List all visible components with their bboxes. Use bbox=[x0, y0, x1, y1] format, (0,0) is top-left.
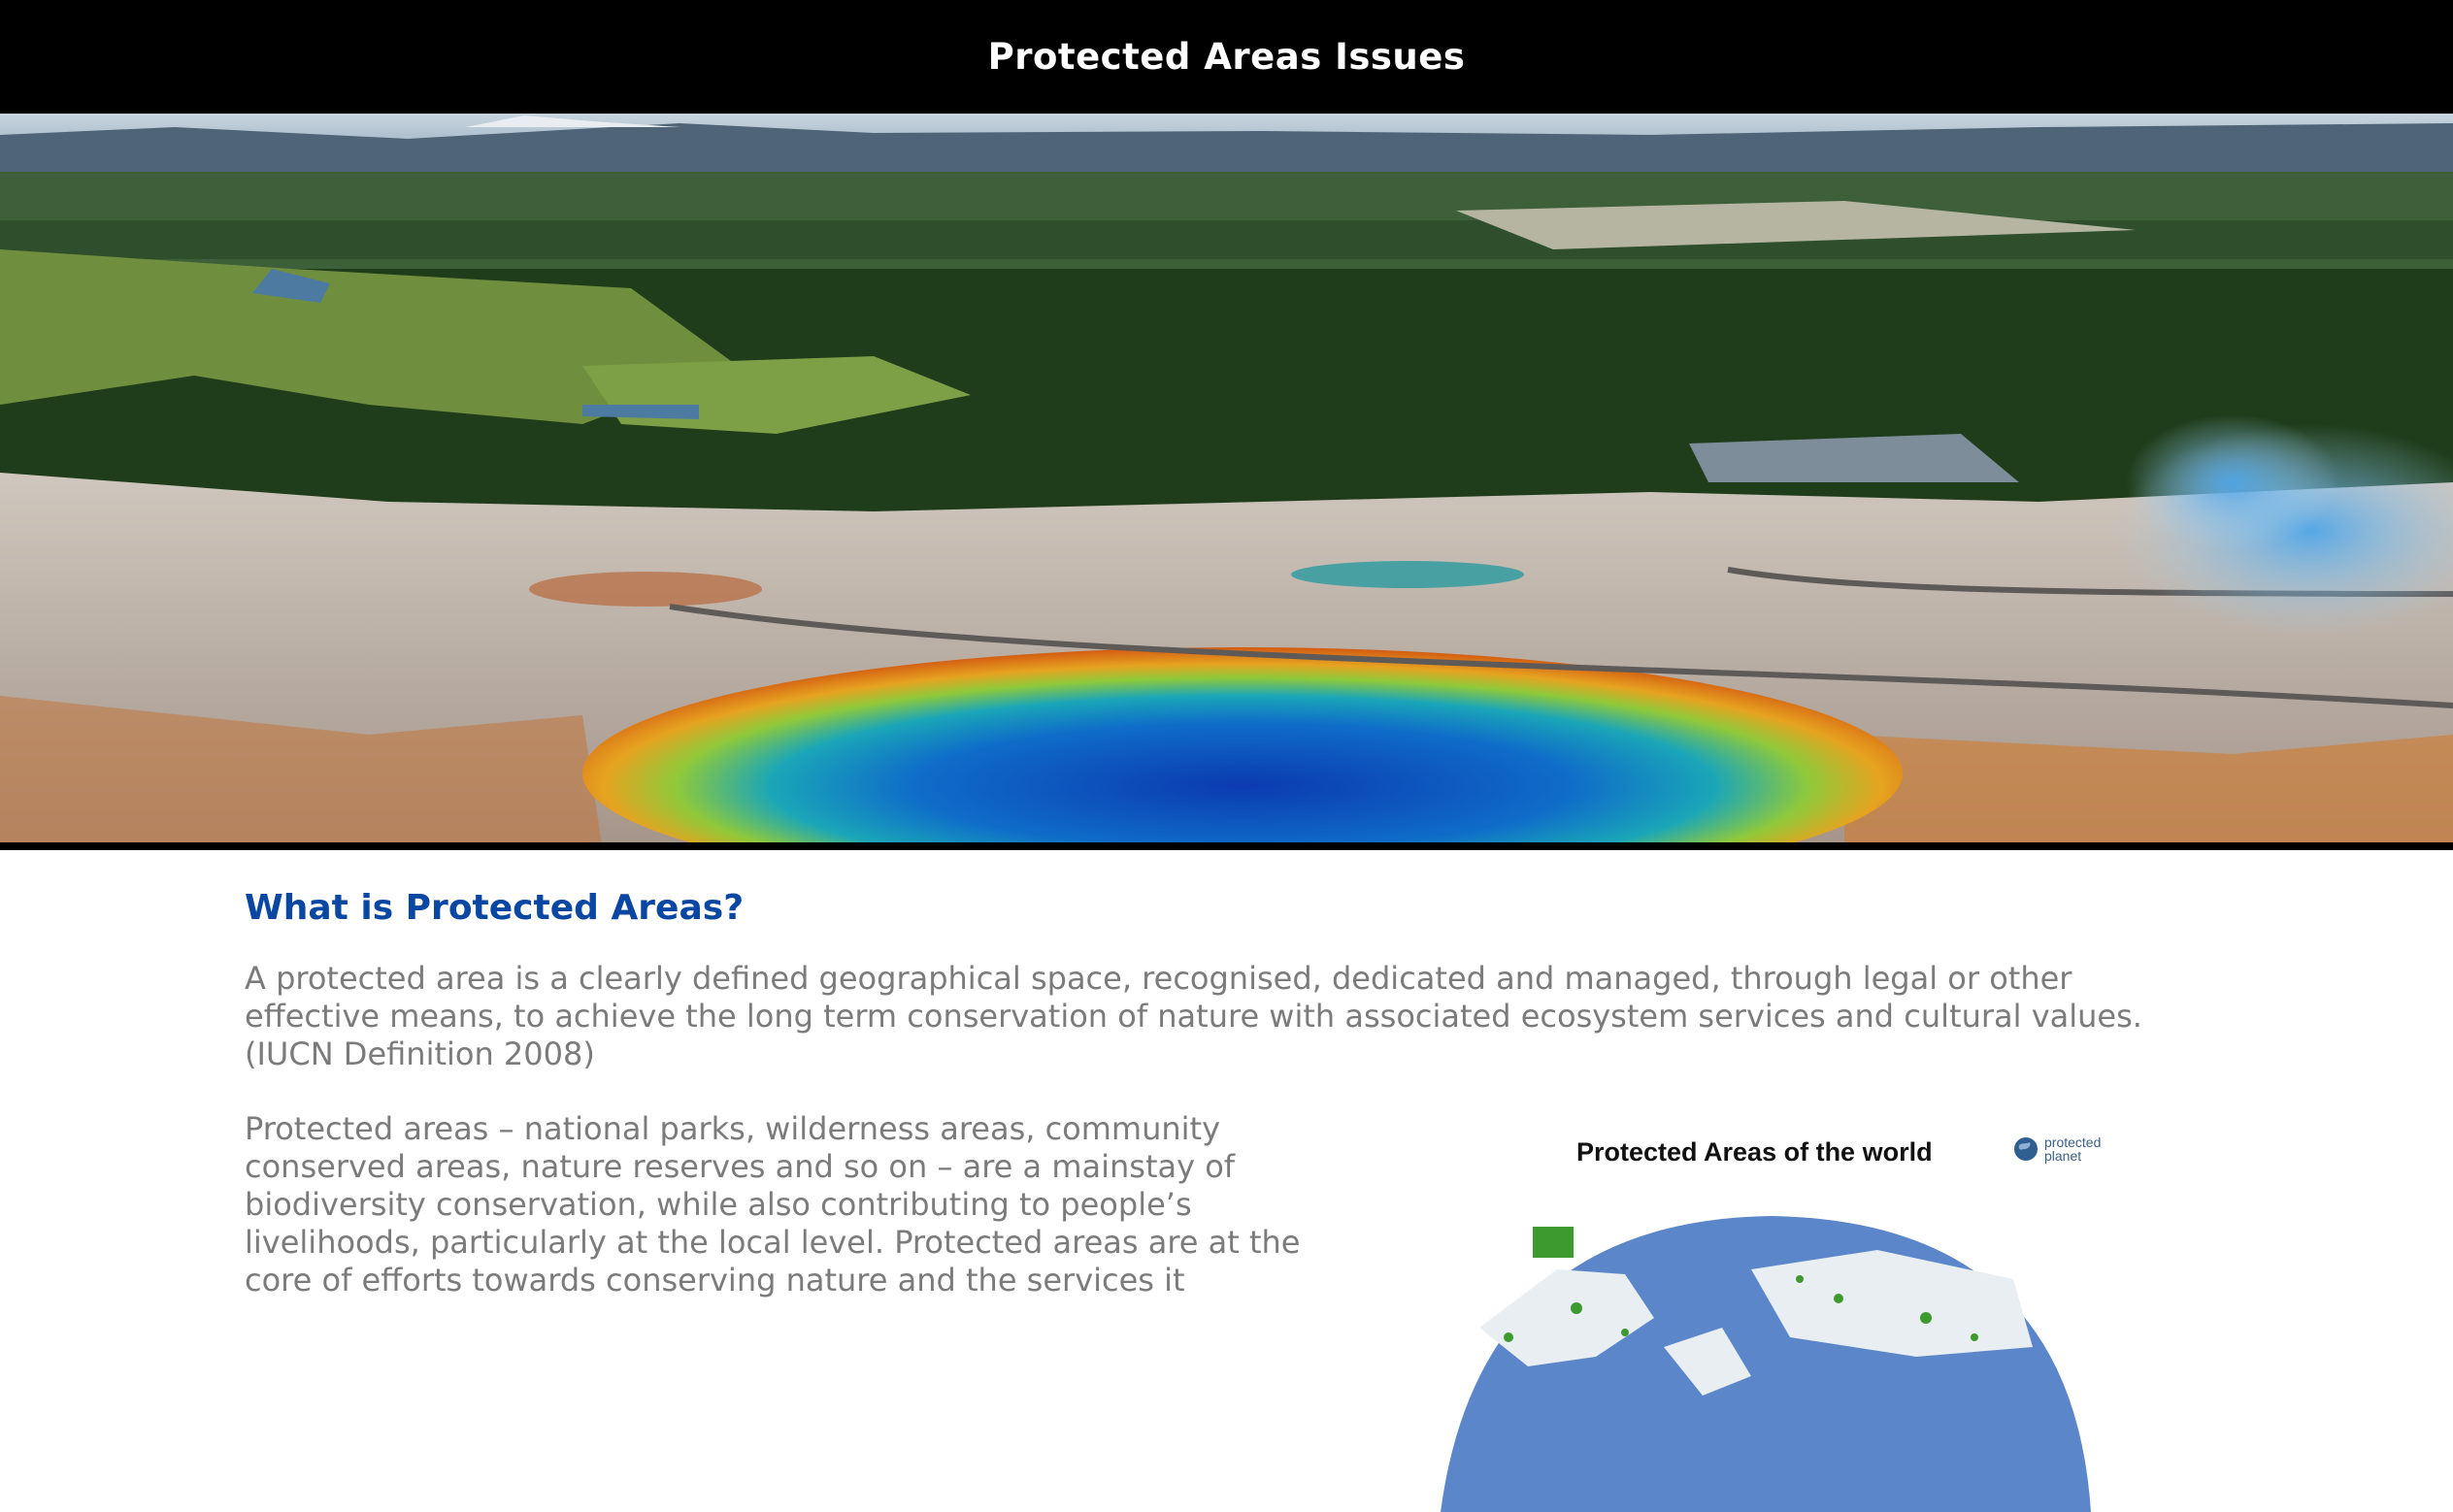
intro-paragraph: Protected areas – national parks, wilder… bbox=[245, 1110, 1301, 1298]
page-title: Protected Areas Issues bbox=[987, 36, 1466, 78]
definition-paragraph: A protected area is a clearly defined ge… bbox=[245, 960, 2142, 1073]
hero-banner-image bbox=[0, 114, 2453, 845]
world-map-illustration bbox=[1441, 1216, 2091, 1512]
section-heading: What is Protected Areas? bbox=[245, 888, 745, 928]
hero-landscape-illustration bbox=[0, 114, 2453, 845]
world-map-figure: Protected Areas of the world protected p… bbox=[1334, 1104, 2207, 1512]
hero-bottom-border bbox=[0, 842, 2453, 850]
main-content: What is Protected Areas? A protected are… bbox=[245, 850, 2215, 1512]
page-header: Protected Areas Issues bbox=[0, 0, 2453, 114]
